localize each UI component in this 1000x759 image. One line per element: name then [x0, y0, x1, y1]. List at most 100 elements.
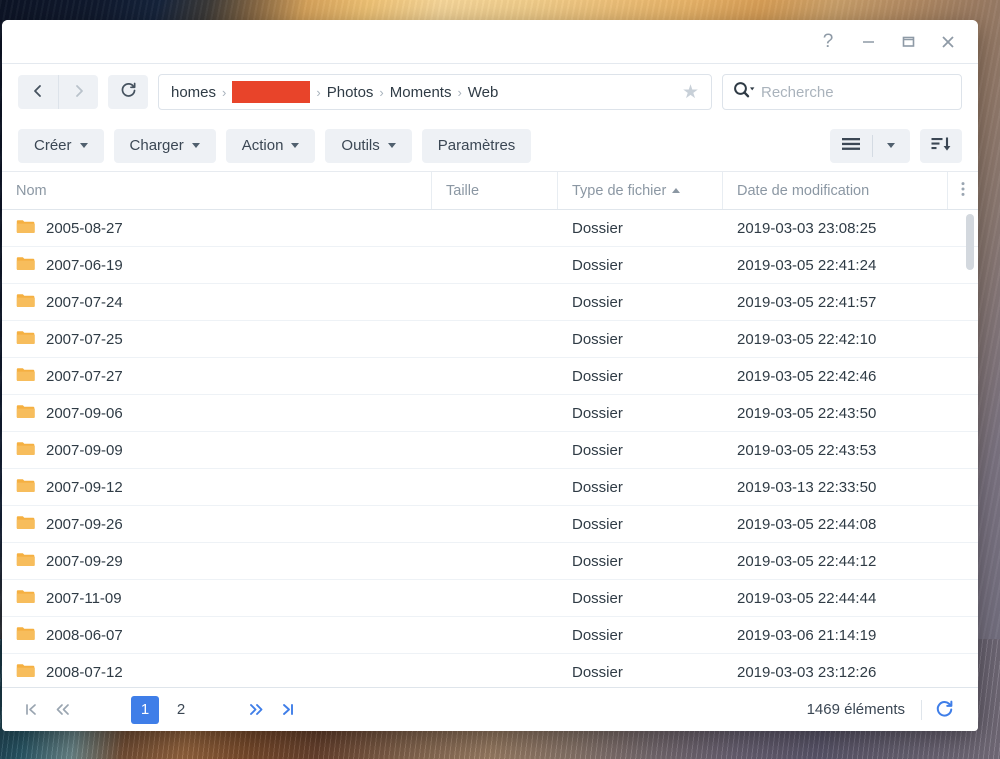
- tools-button[interactable]: Outils: [325, 128, 412, 163]
- table-row[interactable]: 2007-07-24 Dossier 2019-03-05 22:41:57: [2, 284, 978, 321]
- table-row[interactable]: 2007-09-09 Dossier 2019-03-05 22:43:53: [2, 432, 978, 469]
- minimize-button[interactable]: [848, 25, 888, 59]
- cell-name: 2007-11-09: [2, 589, 432, 608]
- cell-date: 2019-03-13 22:33:50: [737, 478, 877, 496]
- column-header-name[interactable]: Nom: [2, 172, 432, 209]
- view-mode-button[interactable]: [830, 128, 872, 163]
- refresh-list-button[interactable]: [924, 695, 964, 725]
- folder-icon: [16, 256, 35, 275]
- upload-button[interactable]: Charger: [113, 128, 216, 163]
- breadcrumb-separator: ›: [379, 84, 384, 100]
- settings-button[interactable]: Paramètres: [421, 128, 532, 163]
- cell-date: 2019-03-06 21:14:19: [737, 626, 877, 644]
- table-row[interactable]: 2005-08-27 Dossier 2019-03-03 23:08:25: [2, 210, 978, 247]
- back-button[interactable]: [18, 75, 58, 109]
- search-icon[interactable]: [733, 81, 755, 103]
- file-name: 2007-07-25: [46, 330, 123, 348]
- tools-button-label: Outils: [341, 137, 380, 154]
- cell-type: Dossier: [572, 219, 623, 237]
- chevron-right-icon: [71, 83, 87, 102]
- chevron-down-icon: [887, 143, 895, 148]
- table-row[interactable]: 2007-09-26 Dossier 2019-03-05 22:44:08: [2, 506, 978, 543]
- cell-type: Dossier: [572, 330, 623, 348]
- maximize-icon: [901, 34, 916, 49]
- folder-icon: [16, 552, 35, 571]
- page-number-2[interactable]: 2: [167, 696, 195, 724]
- favorite-star-icon[interactable]: ★: [678, 83, 703, 102]
- maximize-button[interactable]: [888, 25, 928, 59]
- folder-icon: [16, 515, 35, 529]
- action-toolbar: Créer Charger Action Outils Paramètres: [2, 120, 978, 172]
- action-button[interactable]: Action: [225, 128, 316, 163]
- question-mark-icon: ?: [822, 31, 834, 52]
- address-bar[interactable]: homes › › Photos › Moments › Web ★: [158, 74, 712, 110]
- file-name: 2008-07-12: [46, 663, 123, 681]
- folder-icon: [16, 367, 35, 381]
- column-header-size[interactable]: Taille: [432, 172, 558, 209]
- file-name: 2007-09-29: [46, 552, 123, 570]
- cell-date: 2019-03-05 22:44:12: [737, 552, 877, 570]
- column-header-size-label: Taille: [446, 182, 480, 199]
- cell-date: 2019-03-05 22:42:10: [737, 330, 877, 348]
- minimize-icon: [861, 34, 876, 49]
- cell-type: Dossier: [572, 478, 623, 496]
- table-row[interactable]: 2007-09-06 Dossier 2019-03-05 22:43:50: [2, 395, 978, 432]
- file-list-scroll-area[interactable]: 2005-08-27 Dossier 2019-03-03 23:08:25 200…: [2, 210, 978, 687]
- footer-divider: [921, 699, 922, 720]
- table-row[interactable]: 2007-09-29 Dossier 2019-03-05 22:44:12: [2, 543, 978, 580]
- column-header-date[interactable]: Date de modification: [723, 172, 948, 209]
- cell-date: 2019-03-05 22:43:53: [737, 441, 877, 459]
- table-header: Nom Taille Type de fichier Date de modif…: [2, 172, 978, 210]
- file-name: 2007-09-06: [46, 404, 123, 422]
- previous-page-button[interactable]: [48, 696, 78, 724]
- cell-date: 2019-03-05 22:44:44: [737, 589, 877, 607]
- next-page-button[interactable]: [240, 696, 270, 724]
- cell-date: 2019-03-05 22:43:50: [737, 404, 877, 422]
- breadcrumb-item-photos[interactable]: Photos: [327, 84, 374, 101]
- search-box[interactable]: [722, 74, 962, 110]
- vertical-scrollbar-thumb[interactable]: [966, 214, 974, 270]
- last-page-button[interactable]: [272, 696, 302, 724]
- table-row[interactable]: 2008-06-07 Dossier 2019-03-06 21:14:19: [2, 617, 978, 654]
- sort-button[interactable]: [920, 128, 962, 163]
- table-row[interactable]: 2007-09-12 Dossier 2019-03-13 22:33:50: [2, 469, 978, 506]
- folder-icon: [16, 367, 35, 386]
- reload-button[interactable]: [108, 75, 148, 109]
- breadcrumb-item-moments[interactable]: Moments: [390, 84, 452, 101]
- table-row[interactable]: 2007-06-19 Dossier 2019-03-05 22:41:24: [2, 247, 978, 284]
- create-button[interactable]: Créer: [18, 128, 104, 163]
- previous-page-icon: [56, 704, 69, 715]
- folder-icon: [16, 219, 35, 238]
- column-options-button[interactable]: [948, 172, 978, 209]
- first-page-icon: [25, 704, 36, 715]
- cell-name: 2007-06-19: [2, 256, 432, 275]
- cell-date: 2019-03-05 22:41:24: [737, 256, 877, 274]
- cell-type: Dossier: [572, 293, 623, 311]
- refresh-icon: [936, 700, 952, 717]
- page-number-1[interactable]: 1: [131, 695, 159, 724]
- window-title-bar: ?: [2, 20, 978, 64]
- first-page-button[interactable]: [16, 696, 46, 724]
- folder-icon: [16, 589, 35, 603]
- cell-name: 2008-06-07: [2, 626, 432, 645]
- forward-button[interactable]: [58, 75, 98, 109]
- close-button[interactable]: [928, 25, 968, 59]
- last-page-icon: [282, 704, 293, 715]
- folder-icon: [16, 330, 35, 344]
- chevron-down-icon: [291, 143, 300, 148]
- help-button[interactable]: ?: [808, 25, 848, 59]
- breadcrumb-item-web[interactable]: Web: [468, 84, 499, 101]
- table-row[interactable]: 2007-11-09 Dossier 2019-03-05 22:44:44: [2, 580, 978, 617]
- folder-icon: [16, 478, 35, 497]
- file-name: 2007-11-09: [46, 589, 122, 607]
- breadcrumb-item-redacted[interactable]: [232, 81, 311, 103]
- search-input[interactable]: [761, 83, 951, 101]
- table-row[interactable]: 2008-07-12 Dossier 2019-03-03 23:12:26: [2, 654, 978, 687]
- cell-name: 2007-09-26: [2, 515, 432, 534]
- table-row[interactable]: 2007-07-27 Dossier 2019-03-05 22:42:46: [2, 358, 978, 395]
- view-options-button[interactable]: [872, 128, 910, 163]
- table-row[interactable]: 2007-07-25 Dossier 2019-03-05 22:42:10: [2, 321, 978, 358]
- column-header-type[interactable]: Type de fichier: [558, 172, 723, 209]
- chevron-down-icon: [191, 143, 200, 148]
- breadcrumb-item-homes[interactable]: homes: [171, 84, 216, 101]
